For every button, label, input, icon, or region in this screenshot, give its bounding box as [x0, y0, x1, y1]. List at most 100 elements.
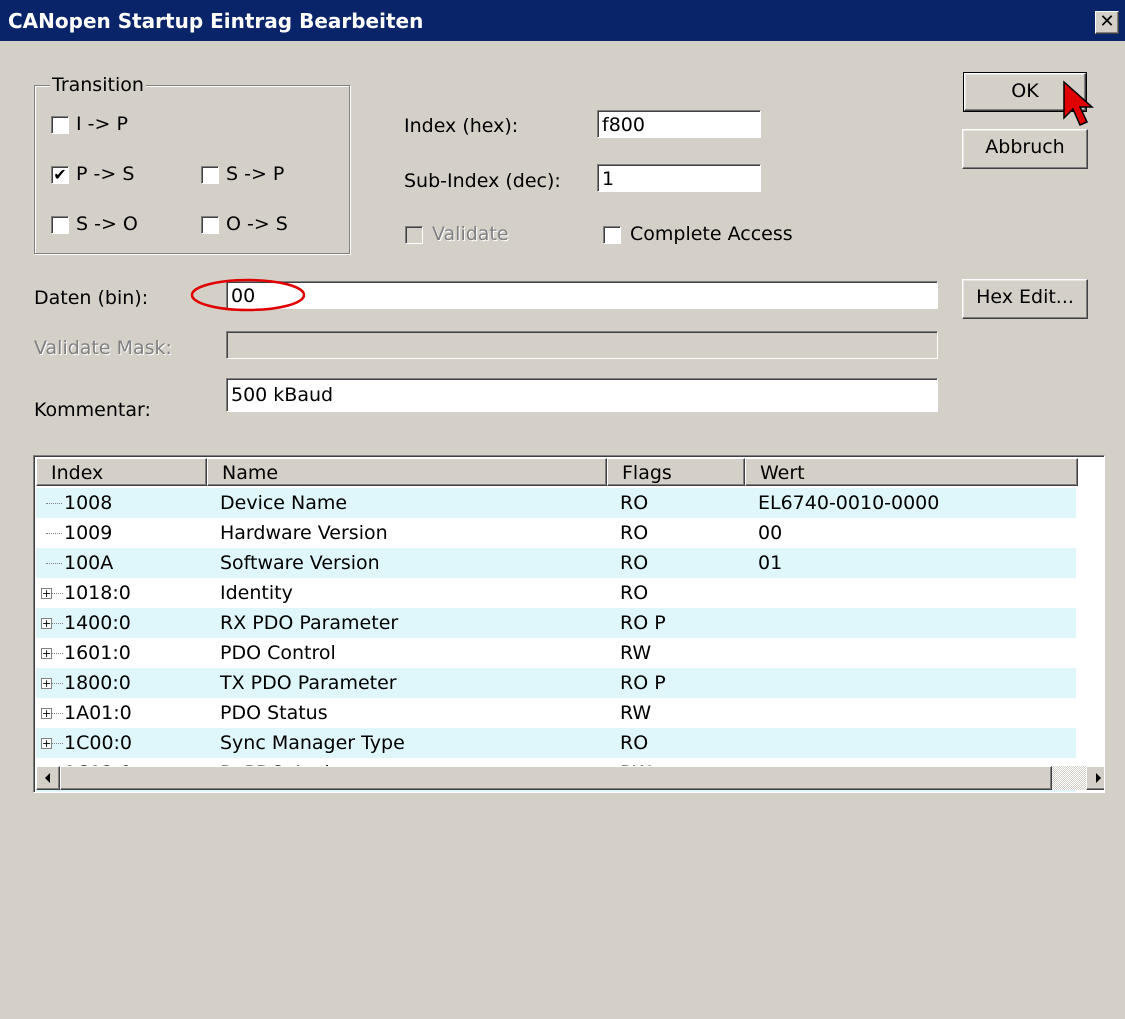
column-header-value[interactable]: Wert [745, 458, 1078, 486]
checkbox-s-o[interactable] [51, 216, 69, 234]
cell-index: 1A01:0 [64, 702, 132, 724]
checkbox-p-s[interactable]: ✔ [51, 166, 69, 184]
checkbox-s-p-label: S -> P [226, 163, 285, 185]
cell-flags: RO [620, 552, 649, 574]
table-row[interactable]: 1009 Hardware Version RO 00 [36, 518, 1076, 548]
table-row[interactable]: +1A01:0 PDO Status RW [36, 698, 1076, 728]
cell-index: 1400:0 [64, 612, 131, 634]
cell-index: 1601:0 [64, 642, 131, 664]
mouse-cursor-icon [1063, 80, 1094, 126]
transition-group-label: Transition [50, 74, 146, 96]
expand-icon[interactable]: + [41, 618, 52, 629]
cell-index: 1800:0 [64, 672, 131, 694]
cell-flags: RO [620, 732, 649, 754]
table-row[interactable]: +1800:0 TX PDO Parameter RO P [36, 668, 1076, 698]
subindex-input[interactable]: 1 [597, 164, 761, 192]
cell-index: 1009 [64, 522, 113, 544]
close-icon: ✕ [1099, 11, 1115, 32]
cell-name: RX PDO Parameter [220, 612, 399, 634]
table-row[interactable]: +1C00:0 Sync Manager Type RO [36, 728, 1076, 758]
expand-icon[interactable]: + [41, 648, 52, 659]
arrow-right-icon [1096, 773, 1101, 783]
cell-name: Device Name [220, 492, 348, 514]
cell-value: 01 [758, 552, 783, 574]
checkbox-s-o-label: S -> O [76, 213, 138, 235]
tree-line [52, 593, 63, 594]
close-button[interactable]: ✕ [1095, 11, 1119, 34]
cell-name: PDO Status [220, 702, 328, 724]
cell-name: Identity [220, 582, 293, 604]
object-list[interactable]: Index Name Flags Wert 1008 Device Name RO E… [33, 455, 1105, 793]
cell-name: Hardware Version [220, 522, 388, 544]
table-row[interactable]: 1008 Device Name RO EL6740-0010-0000 [36, 488, 1076, 518]
subindex-label: Sub-Index (dec): [404, 170, 561, 192]
cell-flags: RO [620, 522, 649, 544]
index-label: Index (hex): [404, 115, 519, 137]
tree-line [46, 563, 62, 564]
scroll-left-button[interactable] [36, 766, 60, 790]
cell-flags: RO [620, 492, 649, 514]
expand-icon[interactable]: + [41, 588, 52, 599]
cell-flags: RO P [620, 612, 666, 634]
cell-flags: RW [620, 702, 652, 724]
cell-index: 1018:0 [64, 582, 131, 604]
hex-edit-button[interactable]: Hex Edit... [962, 279, 1088, 319]
cell-index: 1C13:0 [64, 792, 132, 793]
cancel-button[interactable]: Abbruch [962, 129, 1088, 169]
checkbox-i-p-label: I -> P [76, 113, 128, 135]
column-header-name[interactable]: Name [207, 458, 607, 486]
cell-name: TxPDO Assign [220, 792, 352, 793]
comment-label: Kommentar: [34, 399, 151, 421]
scroll-right-button[interactable] [1086, 766, 1104, 790]
tree-line [52, 683, 63, 684]
table-row[interactable]: 100A Software Version RO 01 [36, 548, 1076, 578]
table-row[interactable]: +1018:0 Identity RO [36, 578, 1076, 608]
horizontal-scrollbar[interactable] [36, 766, 1104, 790]
cell-index: 100A [64, 552, 114, 574]
data-label: Daten (bin): [34, 287, 149, 309]
complete-access-checkbox[interactable] [603, 226, 621, 244]
cell-index: 1C00:0 [64, 732, 133, 754]
table-row[interactable]: +1601:0 PDO Control RW [36, 638, 1076, 668]
cell-name: PDO Control [220, 642, 336, 664]
tree-line [52, 713, 63, 714]
cell-flags: RW [620, 792, 651, 793]
horizontal-scroll-thumb[interactable] [60, 766, 1052, 790]
complete-access-label: Complete Access [630, 223, 793, 245]
validate-label: Validate [432, 223, 509, 245]
table-row[interactable]: +1400:0 RX PDO Parameter RO P [36, 608, 1076, 638]
title-bar: CANopen Startup Eintrag Bearbeiten ✕ [0, 0, 1125, 43]
expand-icon[interactable]: + [41, 738, 52, 749]
window-title: CANopen Startup Eintrag Bearbeiten [8, 9, 424, 33]
tree-line [52, 743, 63, 744]
cell-flags: RW [620, 642, 652, 664]
cell-flags: RO [620, 582, 649, 604]
data-input[interactable]: 00 [226, 281, 938, 309]
validate-mask-label: Validate Mask: [34, 337, 172, 359]
checkbox-o-s-label: O -> S [226, 213, 288, 235]
cell-name: TX PDO Parameter [220, 672, 397, 694]
cell-index: 1008 [64, 492, 113, 514]
validate-checkbox [405, 226, 423, 244]
column-header-flags[interactable]: Flags [607, 458, 745, 486]
index-input[interactable]: f800 [597, 110, 761, 138]
expand-icon[interactable]: + [41, 708, 52, 719]
comment-input[interactable]: 500 kBaud [226, 378, 938, 412]
cell-name: Software Version [220, 552, 380, 574]
tree-line [52, 623, 63, 624]
column-header-index[interactable]: Index [36, 458, 207, 486]
cell-value: EL6740-0010-0000 [758, 492, 940, 514]
expand-icon[interactable]: + [41, 678, 52, 689]
cell-value: 00 [758, 522, 783, 544]
checkbox-i-p[interactable] [51, 116, 69, 134]
tree-line [52, 653, 63, 654]
list-header: Index Name Flags Wert [36, 458, 1078, 486]
checkbox-o-s[interactable] [201, 216, 219, 234]
tree-line [46, 503, 62, 504]
checkbox-p-s-label: P -> S [76, 163, 135, 185]
arrow-left-icon [45, 773, 50, 783]
tree-line [46, 533, 62, 534]
cell-name: Sync Manager Type [220, 732, 405, 754]
checkbox-s-p[interactable] [201, 166, 219, 184]
cell-flags: RO P [620, 672, 666, 694]
